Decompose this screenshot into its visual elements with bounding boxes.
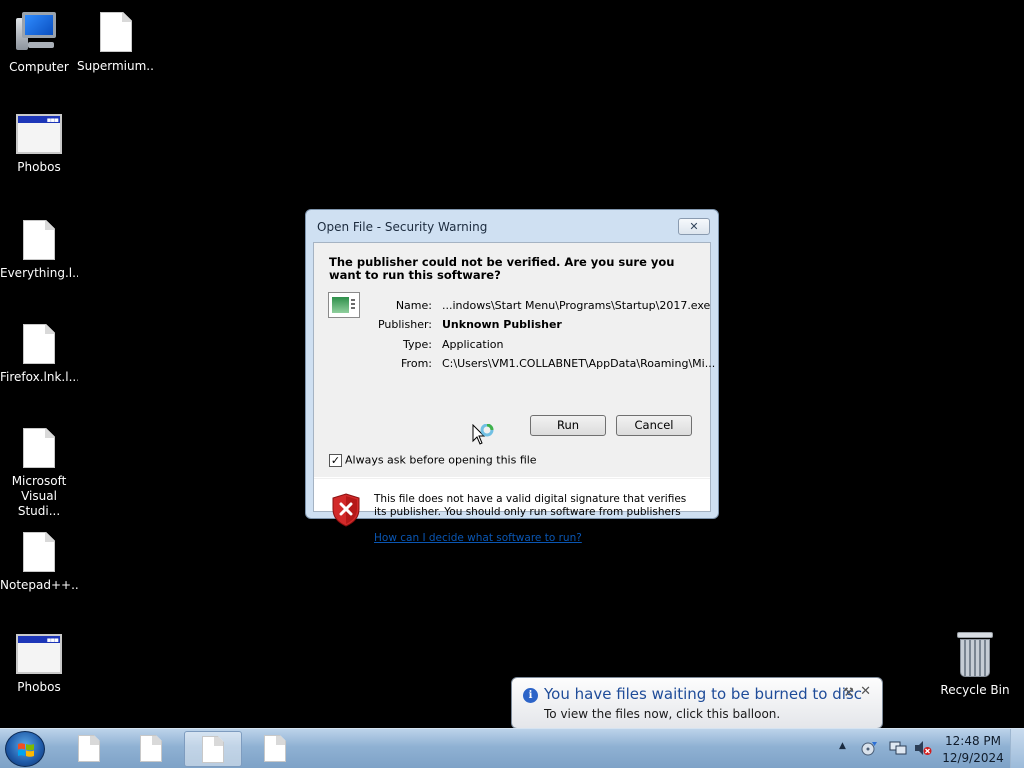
desktop-icon-notepad-plus-plus[interactable]: Notepad++...: [0, 532, 78, 593]
close-button[interactable]: ✕: [678, 218, 710, 235]
balloon-title: You have files waiting to be burned to d…: [544, 685, 862, 703]
desktop-icon-visual-studio[interactable]: Microsoft Visual Studi...: [0, 428, 78, 519]
field-publisher: Publisher: Unknown Publisher: [344, 318, 704, 332]
clock-date: 12/9/2024: [942, 751, 1004, 765]
field-value: Application: [442, 338, 504, 351]
desktop-icon-everything[interactable]: Everything.l...: [0, 220, 78, 281]
dialog-title: Open File - Security Warning: [317, 220, 488, 234]
desktop-icon-recycle-bin[interactable]: Recycle Bin: [936, 632, 1014, 698]
balloon-text: To view the files now, click this balloo…: [544, 707, 781, 721]
field-label: Publisher:: [377, 318, 432, 331]
desktop-icon-supermium[interactable]: Supermium...: [77, 12, 155, 74]
taskbar-button-2[interactable]: [122, 731, 180, 767]
info-icon: i: [523, 688, 538, 703]
cancel-button[interactable]: Cancel: [616, 415, 692, 436]
desktop-icon-label: Phobos: [17, 160, 61, 174]
field-type: Type: Application: [344, 338, 704, 352]
document-icon: [100, 12, 132, 52]
taskbar: ▲ 12:48 PM 12/9/2024: [0, 728, 1024, 768]
always-ask-checkbox-row[interactable]: ✓ Always ask before opening this file: [329, 453, 537, 467]
busy-cursor-icon: [472, 424, 494, 445]
desktop-icon-label: Phobos: [17, 680, 61, 694]
taskbar-button-1[interactable]: [60, 731, 118, 767]
security-warning-dialog: Open File - Security Warning ✕ The publi…: [305, 209, 719, 544]
warning-text: This file does not have a valid digital …: [374, 493, 687, 531]
field-label: Name:: [395, 299, 432, 312]
warning-area: This file does not have a valid digital …: [314, 479, 710, 544]
desktop-icon-computer[interactable]: Computer: [0, 12, 78, 75]
disc-burning-tray-icon[interactable]: [860, 740, 878, 756]
field-value: ...indows\Start Menu\Programs\Startup\20…: [442, 299, 711, 312]
burn-notification-balloon[interactable]: i You have files waiting to be burned to…: [511, 677, 883, 738]
field-name: Name: ...indows\Start Menu\Programs\Star…: [344, 299, 711, 313]
warning-headline: The publisher could not be verified. Are…: [329, 255, 675, 282]
field-value: C:\Users\VM1.COLLABNET\AppData\Roaming\M…: [442, 357, 716, 370]
field-label: Type:: [403, 338, 432, 351]
desktop-icon-phobos[interactable]: Phobos: [0, 113, 78, 175]
network-tray-icon[interactable]: [889, 740, 907, 756]
desktop-icon-label: Microsoft Visual Studi...: [11, 474, 67, 518]
field-value: Unknown Publisher: [442, 318, 562, 331]
desktop-icon-firefox[interactable]: Firefox.lnk.l...: [0, 324, 78, 385]
document-icon: [23, 428, 55, 468]
desktop-icon-label: Firefox.lnk.l...: [0, 370, 78, 384]
clock-time: 12:48 PM: [945, 734, 1001, 748]
balloon-options-icon[interactable]: ⚒: [843, 685, 854, 699]
application-window-icon: [16, 633, 62, 674]
run-button[interactable]: Run: [530, 415, 606, 436]
system-clock[interactable]: 12:48 PM 12/9/2024: [942, 733, 1004, 767]
dialog-body: The publisher could not be verified. Are…: [313, 242, 715, 544]
field-from: From: C:\Users\VM1.COLLABNET\AppData\Roa…: [344, 357, 715, 371]
document-icon: [78, 735, 100, 762]
field-label: From:: [401, 357, 432, 370]
desktop-icon-label: Supermium...: [77, 59, 155, 73]
desktop-icon-label: Notepad++...: [0, 578, 78, 592]
warning-message: This file does not have a valid digital …: [374, 493, 694, 545]
windows-logo-icon: [18, 743, 34, 757]
show-hidden-icons-arrow[interactable]: ▲: [839, 741, 846, 751]
desktop-icon-label: Recycle Bin: [940, 683, 1010, 697]
recycle-bin-icon: [957, 632, 993, 678]
help-link[interactable]: How can I decide what software to run?: [374, 532, 694, 545]
document-icon: [23, 220, 55, 260]
computer-icon: [14, 12, 64, 56]
balloon-close-icon[interactable]: ✕: [860, 684, 871, 699]
security-shield-icon: [332, 493, 360, 527]
desktop-icon-label: Everything.l...: [0, 266, 78, 280]
start-button[interactable]: [5, 731, 45, 767]
document-icon: [202, 736, 224, 763]
always-ask-checkbox[interactable]: ✓: [329, 453, 342, 467]
desktop-icon-phobos-2[interactable]: Phobos: [0, 633, 78, 695]
taskbar-button-3[interactable]: [184, 731, 242, 767]
show-desktop-button[interactable]: [1010, 729, 1024, 768]
checkbox-label: Always ask before opening this file: [345, 453, 537, 467]
document-icon: [23, 324, 55, 364]
document-icon: [140, 735, 162, 762]
taskbar-button-4[interactable]: [246, 731, 304, 767]
divider: [314, 477, 710, 478]
volume-muted-tray-icon[interactable]: [914, 740, 932, 756]
desktop-icon-label: Computer: [9, 60, 69, 74]
document-icon: [23, 532, 55, 572]
application-window-icon: [16, 113, 62, 154]
document-icon: [264, 735, 286, 762]
